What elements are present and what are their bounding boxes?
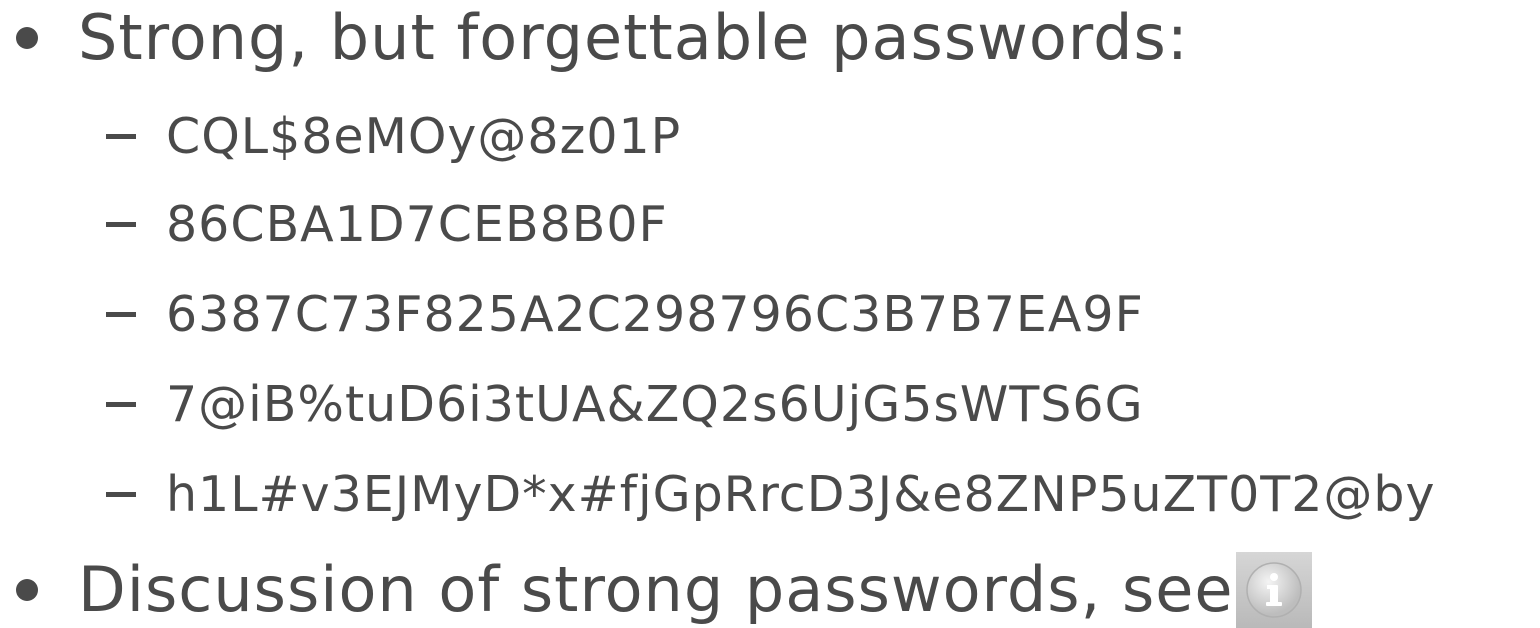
dash-icon xyxy=(106,311,136,317)
bullet-item-1: Strong, but forgettable passwords: xyxy=(0,4,1189,72)
bullet-item-2: Discussion of strong passwords, see xyxy=(0,552,1312,628)
list-item: 6387C73F825A2C298796C3B7B7EA9F xyxy=(0,286,1144,342)
password-example: 7@iB%tuD6i3tUA&ZQ2s6UjG5sWTS6G xyxy=(166,375,1144,433)
bullet-text: Discussion of strong passwords, see xyxy=(78,553,1234,626)
bullet-text: Strong, but forgettable passwords: xyxy=(78,1,1189,74)
list-item: 7@iB%tuD6i3tUA&ZQ2s6UjG5sWTS6G xyxy=(0,376,1144,432)
dash-icon xyxy=(106,221,136,227)
info-icon[interactable] xyxy=(1235,552,1312,628)
list-item: CQL$8eMOy@8z01P xyxy=(0,108,681,164)
password-example: h1L#v3EJMyD*x#fjGpRrcD3J&e8ZNP5uZT0T2@by xyxy=(166,465,1436,523)
password-example: 86CBA1D7CEB8B0F xyxy=(166,195,668,253)
password-example: 6387C73F825A2C298796C3B7B7EA9F xyxy=(166,285,1144,343)
dash-icon xyxy=(106,133,136,139)
dash-icon xyxy=(106,401,136,407)
list-item: h1L#v3EJMyD*x#fjGpRrcD3J&e8ZNP5uZT0T2@by xyxy=(0,466,1436,522)
dash-icon xyxy=(106,491,136,497)
bullet-dot-icon xyxy=(16,27,38,49)
bullet-dot-icon xyxy=(16,579,38,601)
slide: Strong, but forgettable passwords: CQL$8… xyxy=(0,0,1540,628)
list-item: 86CBA1D7CEB8B0F xyxy=(0,196,668,252)
password-example: CQL$8eMOy@8z01P xyxy=(166,107,682,165)
